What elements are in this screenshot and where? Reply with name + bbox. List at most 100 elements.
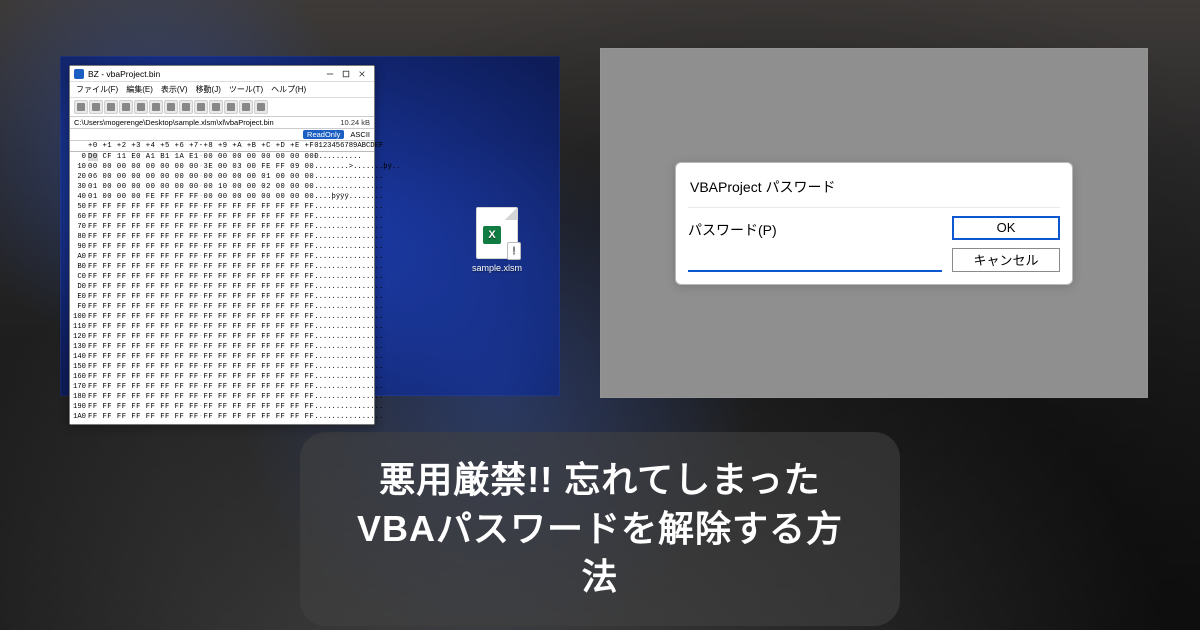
file-path: C:\Users\mogerenge\Desktop\sample.xlsm\x…	[74, 118, 334, 127]
toolbar-button[interactable]	[134, 100, 148, 114]
menu-file[interactable]: ファイル(F)	[76, 84, 118, 95]
hex-row[interactable]: 160FF FF FF FF FF FF FF FF-FF FF FF FF F…	[72, 372, 372, 382]
hex-offset: 0	[72, 152, 88, 162]
hex-row[interactable]: 4001 00 00 00 FE FF FF FF-00 00 00 00 00…	[72, 192, 372, 202]
hex-row[interactable]: D0FF FF FF FF FF FF FF FF-FF FF FF FF FF…	[72, 282, 372, 292]
hex-bytes: FF FF FF FF FF FF FF FF-FF FF FF FF FF F…	[88, 392, 314, 402]
hex-row[interactable]: 180FF FF FF FF FF FF FF FF-FF FF FF FF F…	[72, 392, 372, 402]
hex-bytes: FF FF FF FF FF FF FF FF-FF FF FF FF FF F…	[88, 212, 314, 222]
hex-bytes: FF FF FF FF FF FF FF FF-FF FF FF FF FF F…	[88, 342, 314, 352]
hex-bytes: FF FF FF FF FF FF FF FF-FF FF FF FF FF F…	[88, 382, 314, 392]
readonly-badge: ReadOnly	[303, 130, 344, 139]
file-size: 10.24 kB	[340, 118, 370, 127]
desktop-file-label: sample.xlsm	[465, 263, 529, 273]
hex-row[interactable]: B0FF FF FF FF FF FF FF FF-FF FF FF FF FF…	[72, 262, 372, 272]
toolbar-button[interactable]	[194, 100, 208, 114]
hex-row[interactable]: 2006 00 00 00 00 00 00 00-00 00 00 00 01…	[72, 172, 372, 182]
hex-bytes: 01 00 00 00 00 00 00 00-00 10 00 00 02 0…	[88, 182, 314, 192]
toolbar-button[interactable]	[74, 100, 88, 114]
cancel-button[interactable]: キャンセル	[952, 248, 1060, 272]
toolbar-button[interactable]	[179, 100, 193, 114]
hex-offset: 50	[72, 202, 88, 212]
hex-row[interactable]: 50FF FF FF FF FF FF FF FF-FF FF FF FF FF…	[72, 202, 372, 212]
hex-row[interactable]: 150FF FF FF FF FF FF FF FF-FF FF FF FF F…	[72, 362, 372, 372]
hex-ascii: ................	[314, 362, 386, 372]
hex-row[interactable]: 60FF FF FF FF FF FF FF FF-FF FF FF FF FF…	[72, 212, 372, 222]
hex-row[interactable]: C0FF FF FF FF FF FF FF FF-FF FF FF FF FF…	[72, 272, 372, 282]
desktop-file[interactable]: X ! sample.xlsm	[465, 207, 529, 273]
encoding-label: ASCII	[350, 130, 370, 139]
hex-row[interactable]: 110FF FF FF FF FF FF FF FF-FF FF FF FF F…	[72, 322, 372, 332]
hex-bytes: FF FF FF FF FF FF FF FF-FF FF FF FF FF F…	[88, 202, 314, 212]
hex-row[interactable]: 70FF FF FF FF FF FF FF FF-FF FF FF FF FF…	[72, 222, 372, 232]
hex-row[interactable]: 90FF FF FF FF FF FF FF FF-FF FF FF FF FF…	[72, 242, 372, 252]
hex-ascii: ................	[314, 372, 386, 382]
hex-bytes: FF FF FF FF FF FF FF FF-FF FF FF FF FF F…	[88, 242, 314, 252]
menu-goto[interactable]: 移動(J)	[196, 84, 221, 95]
toolbar-button[interactable]	[224, 100, 238, 114]
hex-ascii: ................	[314, 172, 386, 182]
hex-ascii: ........>.......þÿ..	[314, 162, 386, 172]
hex-ascii: ................	[314, 202, 386, 212]
hex-offset: 10	[72, 162, 88, 172]
hex-ascii: ................	[314, 212, 386, 222]
hex-row[interactable]: 170FF FF FF FF FF FF FF FF-FF FF FF FF F…	[72, 382, 372, 392]
hex-row[interactable]: 0D0 CF 11 E0 A1 B1 1A E1-00 00 00 00 00 …	[72, 152, 372, 162]
hex-bytes: FF FF FF FF FF FF FF FF-FF FF FF FF FF F…	[88, 272, 314, 282]
hex-editor-panel: BZ - vbaProject.bin ファイル(F) 編集(E) 表示(V) …	[60, 56, 560, 396]
hex-row[interactable]: 140FF FF FF FF FF FF FF FF-FF FF FF FF F…	[72, 352, 372, 362]
maximize-button[interactable]	[338, 68, 354, 80]
ok-button[interactable]: OK	[952, 216, 1060, 240]
hex-ascii: ................	[314, 332, 386, 342]
hex-offset: 190	[72, 402, 88, 412]
menu-tools[interactable]: ツール(T)	[229, 84, 263, 95]
hex-ascii: ................	[314, 402, 386, 412]
toolbar-button[interactable]	[239, 100, 253, 114]
menu-help[interactable]: ヘルプ(H)	[271, 84, 306, 95]
hex-bytes: FF FF FF FF FF FF FF FF-FF FF FF FF FF F…	[88, 362, 314, 372]
hex-ascii: ....þÿÿÿ........	[314, 192, 386, 202]
hex-ascii: ................	[314, 292, 386, 302]
hex-editor-window[interactable]: BZ - vbaProject.bin ファイル(F) 編集(E) 表示(V) …	[69, 65, 375, 425]
hex-row[interactable]: 190FF FF FF FF FF FF FF FF-FF FF FF FF F…	[72, 402, 372, 412]
hex-row[interactable]: 100FF FF FF FF FF FF FF FF-FF FF FF FF F…	[72, 312, 372, 322]
hex-bytes: FF FF FF FF FF FF FF FF-FF FF FF FF FF F…	[88, 352, 314, 362]
menu-view[interactable]: 表示(V)	[161, 84, 188, 95]
hex-bytes: 00 00 00 00 00 00 00 00-3E 00 03 00 FE F…	[88, 162, 314, 172]
hex-ascii: ................	[314, 382, 386, 392]
hex-row[interactable]: 130FF FF FF FF FF FF FF FF-FF FF FF FF F…	[72, 342, 372, 352]
hex-row[interactable]: F0FF FF FF FF FF FF FF FF-FF FF FF FF FF…	[72, 302, 372, 312]
close-button[interactable]	[354, 68, 370, 80]
hex-ascii: ................	[314, 182, 386, 192]
hex-offset: 100	[72, 312, 88, 322]
hex-row[interactable]: E0FF FF FF FF FF FF FF FF-FF FF FF FF FF…	[72, 292, 372, 302]
hex-row[interactable]: 3001 00 00 00 00 00 00 00-00 10 00 00 02…	[72, 182, 372, 192]
hex-bytes: 01 00 00 00 FE FF FF FF-00 00 00 00 00 0…	[88, 192, 314, 202]
hex-offsets-header: +0 +1 +2 +3 +4 +5 +6 +7-+8 +9 +A +B +C +…	[88, 141, 314, 151]
toolbar-button[interactable]	[149, 100, 163, 114]
toolbar-button[interactable]	[209, 100, 223, 114]
menu-edit[interactable]: 編集(E)	[126, 84, 153, 95]
hex-row[interactable]: 120FF FF FF FF FF FF FF FF-FF FF FF FF F…	[72, 332, 372, 342]
hex-body[interactable]: 0D0 CF 11 E0 A1 B1 1A E1-00 00 00 00 00 …	[70, 152, 374, 424]
toolbar-button[interactable]	[89, 100, 103, 114]
vba-dialog-panel: VBAProject パスワード パスワード(P) OK キャンセル	[600, 48, 1148, 398]
toolbar-button[interactable]	[119, 100, 133, 114]
hex-ascii: ................	[314, 342, 386, 352]
toolbar-button[interactable]	[254, 100, 268, 114]
hex-ascii: ................	[314, 262, 386, 272]
password-input[interactable]	[688, 248, 942, 272]
hex-row[interactable]: 80FF FF FF FF FF FF FF FF-FF FF FF FF FF…	[72, 232, 372, 242]
hex-bytes: D0 CF 11 E0 A1 B1 1A E1-00 00 00 00 00 0…	[88, 152, 314, 162]
toolbar-button[interactable]	[164, 100, 178, 114]
stage: BZ - vbaProject.bin ファイル(F) 編集(E) 表示(V) …	[0, 0, 1200, 630]
minimize-button[interactable]	[322, 68, 338, 80]
hex-row[interactable]: 1A0FF FF FF FF FF FF FF FF-FF FF FF FF F…	[72, 412, 372, 422]
vba-password-dialog: VBAProject パスワード パスワード(P) OK キャンセル	[675, 162, 1073, 285]
hex-bytes: FF FF FF FF FF FF FF FF-FF FF FF FF FF F…	[88, 302, 314, 312]
toolbar-button[interactable]	[104, 100, 118, 114]
hex-row[interactable]: A0FF FF FF FF FF FF FF FF-FF FF FF FF FF…	[72, 252, 372, 262]
hex-ascii: ................	[314, 322, 386, 332]
status-bar: ReadOnly ASCII	[70, 129, 374, 141]
hex-row[interactable]: 1000 00 00 00 00 00 00 00-3E 00 03 00 FE…	[72, 162, 372, 172]
